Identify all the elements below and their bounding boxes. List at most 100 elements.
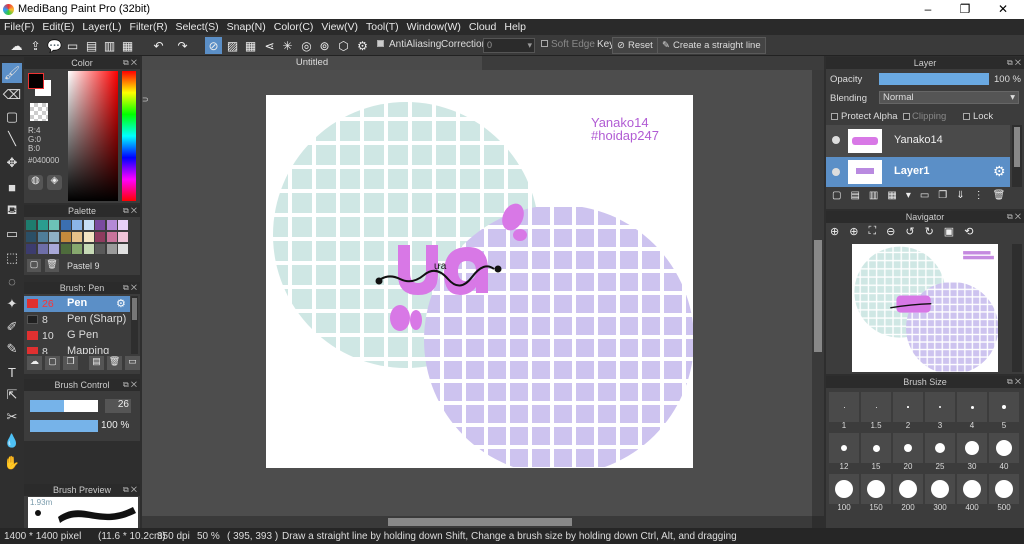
panel-float-icon[interactable]: ⧉ ✕ bbox=[1007, 211, 1021, 223]
rotate-right-icon[interactable]: ↻ bbox=[925, 225, 934, 243]
palette-swatch[interactable] bbox=[95, 220, 105, 230]
gear-icon[interactable]: ⚙ bbox=[993, 163, 1006, 180]
blending-select[interactable]: Normal ▾ bbox=[879, 91, 1019, 104]
brush-size-option[interactable] bbox=[989, 392, 1019, 422]
circle-snap-icon[interactable]: ◎ bbox=[298, 37, 315, 54]
zoom-in-icon[interactable]: ⊕ bbox=[830, 225, 839, 243]
delete-brush-icon[interactable]: 🗑 bbox=[107, 356, 122, 370]
bucket-tool-icon[interactable]: ⛾ bbox=[2, 201, 22, 221]
horizontal-scrollbar[interactable] bbox=[142, 516, 812, 528]
panel-float-icon[interactable]: ⧉ ✕ bbox=[123, 484, 137, 496]
panel-float-icon[interactable]: ⧉ ✕ bbox=[123, 205, 137, 217]
menu-layer[interactable]: Layer(L) bbox=[78, 21, 125, 33]
palette-swatch[interactable] bbox=[37, 220, 48, 230]
brush-size-option[interactable] bbox=[829, 474, 859, 504]
menu-select[interactable]: Select(S) bbox=[171, 21, 222, 33]
zoom-out-icon[interactable]: ⊖ bbox=[886, 225, 895, 243]
palette-swatch[interactable] bbox=[118, 244, 128, 254]
brush-size-value[interactable]: 26 bbox=[105, 399, 131, 413]
fill-rect-tool-icon[interactable]: ■ bbox=[2, 177, 22, 197]
brush-size-option[interactable] bbox=[957, 433, 987, 463]
new-8bit-layer-icon[interactable]: ▥ bbox=[869, 190, 878, 207]
select-eraser-tool-icon[interactable]: ✎ bbox=[2, 339, 22, 359]
menu-file[interactable]: File(F) bbox=[0, 21, 38, 33]
protect-alpha-checkbox[interactable] bbox=[831, 112, 838, 123]
correction-select[interactable]: 0 ▾ bbox=[483, 38, 535, 53]
menu-color[interactable]: Color(C) bbox=[270, 21, 318, 33]
brush-item-g-pen[interactable]: 10 G Pen bbox=[24, 328, 130, 344]
brush-size-option[interactable] bbox=[861, 474, 891, 504]
palette-swatch[interactable] bbox=[37, 244, 48, 254]
curve-snap-icon[interactable]: ⊚ bbox=[316, 37, 333, 54]
layer-more-icon[interactable]: ⋮ bbox=[974, 190, 984, 207]
page-icon[interactable]: ▥ bbox=[101, 37, 118, 54]
palette-swatch[interactable] bbox=[95, 232, 105, 242]
add-brush-icon[interactable]: ▢ bbox=[45, 356, 60, 370]
menu-tool[interactable]: Tool(T) bbox=[362, 21, 403, 33]
merge-layer-icon[interactable]: ⇓ bbox=[956, 190, 964, 207]
brush-size-option[interactable] bbox=[893, 474, 923, 504]
palette-swatch[interactable] bbox=[49, 244, 59, 254]
eye-icon[interactable] bbox=[832, 168, 840, 176]
transparent-color[interactable] bbox=[30, 103, 48, 121]
palette-swatch[interactable] bbox=[26, 232, 36, 242]
select-tool-icon[interactable]: ⬚ bbox=[2, 248, 22, 268]
panel-float-icon[interactable]: ⧉ ✕ bbox=[1007, 376, 1021, 388]
palette-swatch[interactable] bbox=[26, 244, 36, 254]
brush-size-option[interactable] bbox=[957, 474, 987, 504]
grid-view-icon[interactable]: ▦ bbox=[119, 37, 136, 54]
minimize-button[interactable]: – bbox=[918, 2, 938, 16]
navigator-thumbnail[interactable] bbox=[852, 244, 998, 372]
brush-size-option[interactable] bbox=[861, 433, 891, 463]
layer-opacity-slider[interactable] bbox=[879, 73, 989, 85]
palette-swatch[interactable] bbox=[60, 244, 71, 254]
gear-icon[interactable]: ⚙ bbox=[116, 297, 126, 310]
brush-size-option[interactable] bbox=[957, 392, 987, 422]
brush-size-option[interactable] bbox=[893, 433, 923, 463]
reset-rotation-icon[interactable]: ⟲ bbox=[964, 225, 973, 243]
comment-icon[interactable]: 💬 bbox=[46, 37, 63, 54]
new-layer-icon[interactable]: ▢ bbox=[832, 190, 841, 207]
palette-icon[interactable]: ◈ bbox=[47, 175, 62, 190]
palette-swatch[interactable] bbox=[95, 244, 105, 254]
palette-swatch[interactable] bbox=[83, 244, 94, 254]
palette-swatch[interactable] bbox=[106, 220, 117, 230]
reset-button[interactable]: ⊘ Reset bbox=[612, 37, 658, 54]
divide-tool-icon[interactable]: ✂ bbox=[2, 407, 22, 427]
close-button[interactable]: ✕ bbox=[993, 2, 1013, 16]
brush-list-scrollbar[interactable] bbox=[131, 296, 138, 354]
menu-window[interactable]: Window(W) bbox=[403, 21, 465, 33]
brush-file-icon[interactable]: ▤ bbox=[89, 356, 104, 370]
palette-swatches[interactable] bbox=[26, 220, 130, 256]
message-icon[interactable]: ▭ bbox=[64, 37, 81, 54]
select-pen-tool-icon[interactable]: ✐ bbox=[2, 317, 22, 337]
eyedropper-tool-icon[interactable]: 💧 bbox=[2, 431, 22, 451]
palette-swatch[interactable] bbox=[83, 220, 94, 230]
brush-item-pen[interactable]: 26 Pen ⚙ bbox=[24, 296, 130, 312]
palette-swatch[interactable] bbox=[83, 232, 94, 242]
text-tool-icon[interactable]: T bbox=[2, 362, 22, 382]
add-layer-menu-icon[interactable]: ▾ bbox=[906, 190, 911, 207]
duplicate-layer-icon[interactable]: ❐ bbox=[938, 190, 947, 207]
move-tool-icon[interactable]: ✥ bbox=[2, 153, 22, 173]
actual-size-icon[interactable]: ▣ bbox=[944, 225, 954, 243]
panel-float-icon[interactable]: ⧉ ✕ bbox=[123, 57, 137, 69]
new-palette-icon[interactable]: ▢ bbox=[27, 259, 41, 272]
palette-swatch[interactable] bbox=[26, 220, 36, 230]
panel-float-icon[interactable]: ⧉ ✕ bbox=[123, 379, 137, 391]
layer-list-scrollbar[interactable] bbox=[1012, 125, 1022, 187]
brush-size-option[interactable] bbox=[861, 392, 891, 422]
trash-icon[interactable]: 🗑 bbox=[993, 190, 1006, 207]
palette-swatch[interactable] bbox=[118, 220, 128, 230]
trash-icon[interactable]: 🗑 bbox=[45, 259, 59, 272]
brush-size-option[interactable] bbox=[989, 474, 1019, 504]
straight-line-button[interactable]: ✎ Create a straight line bbox=[657, 37, 766, 54]
brush-size-slider[interactable] bbox=[30, 400, 98, 412]
document-icon[interactable]: ▤ bbox=[83, 37, 100, 54]
hand-tool-icon[interactable]: ✋ bbox=[2, 453, 22, 473]
line-tool-icon[interactable]: ╲ bbox=[2, 129, 22, 149]
navigator-scrollbar[interactable] bbox=[1012, 244, 1022, 372]
lasso-tool-icon[interactable]: ◌ bbox=[2, 271, 22, 291]
new-1bit-layer-icon[interactable]: ▦ bbox=[887, 190, 896, 207]
hue-slider[interactable] bbox=[122, 71, 136, 201]
